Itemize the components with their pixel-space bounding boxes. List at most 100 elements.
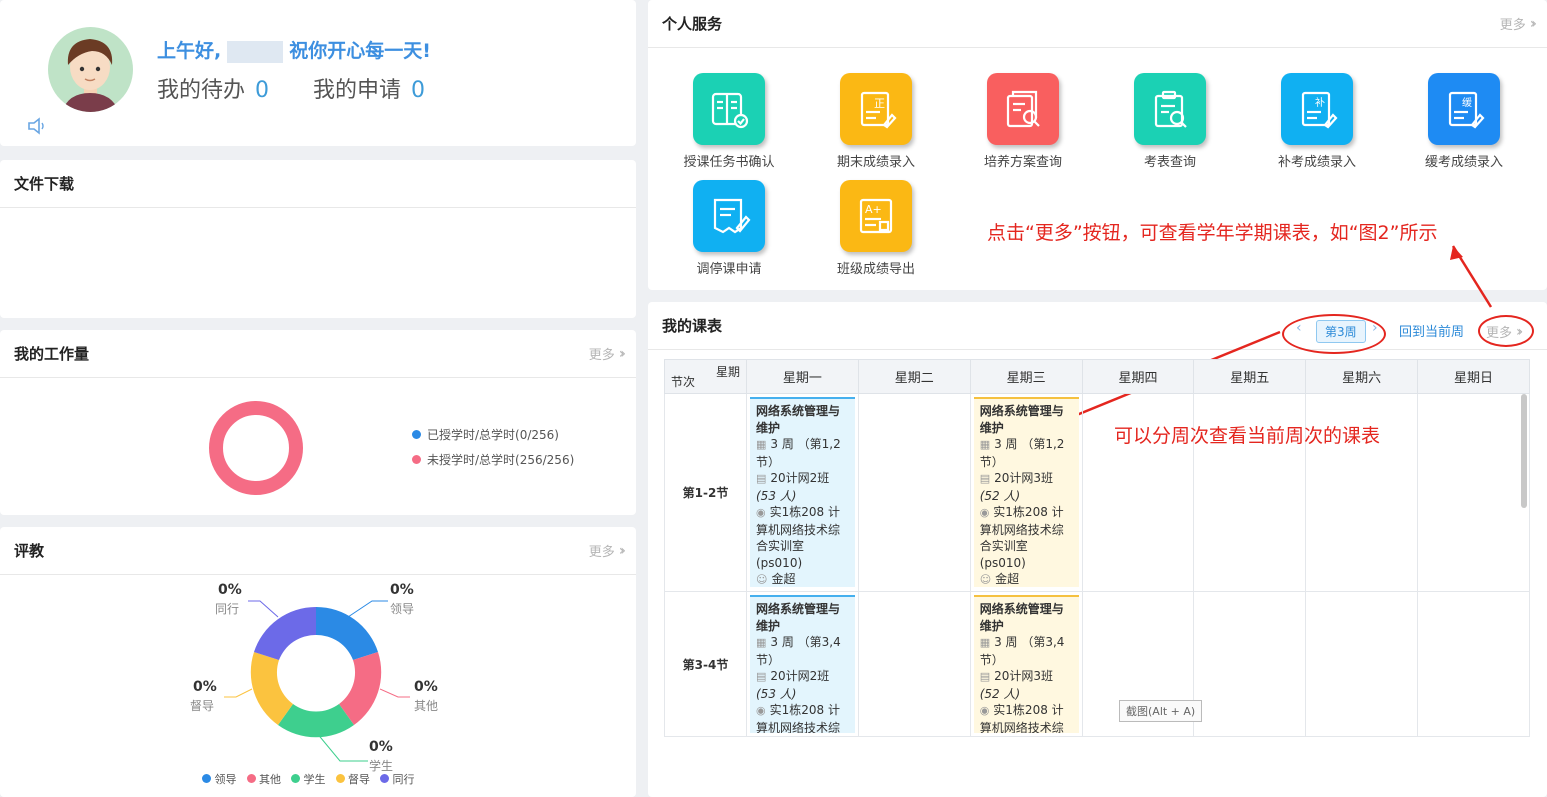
legend-dot xyxy=(380,774,389,783)
services-more-link[interactable]: 更多 ›› xyxy=(1499,14,1537,34)
period-label: 第3-4节 xyxy=(664,591,747,737)
calendar-icon: ▦ xyxy=(979,438,991,451)
workload-more-link[interactable]: 更多 ›› xyxy=(588,344,626,364)
period-label: 第1-2节 xyxy=(664,393,747,592)
calendar-icon: ▦ xyxy=(756,636,767,649)
legend-label: 领导 xyxy=(214,773,237,786)
file-download-card: 文件下载 xyxy=(0,160,636,318)
apply-stat[interactable]: 我的申请 0 xyxy=(313,72,425,104)
schedule-title: 我的课表 xyxy=(662,317,723,335)
course-weeks-text: 3 周 （第1,2节） xyxy=(979,437,1065,469)
course-weeks: ▦ 3 周 （第3,4节） xyxy=(756,634,849,668)
course-room-text: 实1栋208 计算机网络技术综合实训室 xyxy=(756,703,841,733)
service-teaching-task[interactable]: 授课任务书确认 xyxy=(669,73,789,170)
course-class-text: 20计网3班 xyxy=(994,669,1053,683)
service-label: 期末成绩录入 xyxy=(836,155,915,170)
workload-more-label: 更多 xyxy=(588,348,615,363)
more-annotation: 点击“更多”按钮，可查看学年学期课表，如“图2”所示 xyxy=(987,222,1438,244)
double-chevron-icon: ›› xyxy=(618,345,626,362)
course-count: (52 人) xyxy=(979,488,1021,503)
location-pin-icon: ◉ xyxy=(756,704,766,717)
workload-card: 我的工作量 更多 ›› 已授学时/总学时(0/256) 未授学时/总学时(256/… xyxy=(0,330,636,515)
deferred-exam-icon: 缓 xyxy=(1428,73,1500,145)
course-card[interactable]: 网络系统管理与维护 ▦ 3 周 （第1,2节） ▤ 20计网3班 (52 人) ◉ 实… xyxy=(973,397,1079,587)
service-class-adjust[interactable]: 调停课申请 xyxy=(669,180,789,277)
course-card[interactable]: 网络系统管理与维护 ▦ 3 周 （第3,4节） ▤ 20计网2班 (53 人) ◉ 实… xyxy=(750,595,855,733)
course-card[interactable]: 网络系统管理与维护 ▦ 3 周 （第1,2节） ▤ 20计网2班 (53 人) ◉ 实… xyxy=(750,397,855,587)
day-header: 星期二 xyxy=(857,359,971,394)
schedule-cell: 网络系统管理与维护 ▦ 3 周 （第3,4节） ▤ 20计网2班 (53 人) ◉ 实… xyxy=(746,591,859,737)
prev-week-icon[interactable]: ‹ xyxy=(1296,320,1302,336)
file-download-title: 文件下载 xyxy=(14,175,75,193)
name-peer: 同行 xyxy=(215,602,240,616)
pct-peer: 0% xyxy=(218,582,242,598)
course-weeks: ▦ 3 周 （第1,2节） xyxy=(980,436,1073,470)
course-count: (53 人) xyxy=(756,686,797,701)
schedule-cell xyxy=(1193,591,1307,737)
next-week-icon[interactable]: › xyxy=(1372,320,1378,336)
evaluation-pie xyxy=(224,600,410,762)
name-supervisor: 督导 xyxy=(190,699,215,713)
pct-other: 0% xyxy=(414,679,438,695)
legend-item: 督导 xyxy=(335,771,370,787)
grade-export-glyph: A+ xyxy=(865,203,882,216)
day-header: 星期四 xyxy=(1081,359,1195,394)
legend-dot xyxy=(202,774,211,783)
slice-leader xyxy=(316,606,378,660)
stats-row: 我的待办 0 我的申请 0 xyxy=(157,72,425,104)
service-training-plan[interactable]: 培养方案查询 xyxy=(963,73,1083,170)
workload-donut xyxy=(209,401,303,495)
course-teacher-text: 金超 xyxy=(771,572,796,586)
double-chevron-icon: ›› xyxy=(1516,323,1523,340)
course-card[interactable]: 网络系统管理与维护 ▦ 3 周 （第3,4节） ▤ 20计网3班 (52 人) ◉ 实… xyxy=(973,595,1079,733)
name-leader: 领导 xyxy=(390,602,415,616)
todo-label: 我的待办 xyxy=(157,78,246,103)
schedule-table: 星期 节次 星期一 星期二 星期三 星期四 星期五 星期六 星期日 第1-2节 … xyxy=(664,359,1530,737)
service-label: 调停课申请 xyxy=(696,262,762,277)
back-to-current-week-link[interactable]: 回到当前周 xyxy=(1399,321,1464,340)
week-selector[interactable]: 第3周 xyxy=(1316,320,1366,343)
services-more-label: 更多 xyxy=(1499,18,1526,33)
course-room-text: 实1栋208 计算机网络技术综合实训室(ps010) xyxy=(979,505,1064,570)
pct-leader: 0% xyxy=(390,582,414,598)
workload-title: 我的工作量 xyxy=(14,345,90,363)
username-redacted xyxy=(227,40,284,63)
legend-label: 督导 xyxy=(348,773,370,786)
service-exam-table[interactable]: 考表查询 xyxy=(1110,73,1230,170)
schedule-cell xyxy=(1417,591,1530,737)
course-class: ▤ 20计网2班 xyxy=(756,668,849,686)
schedule-cell: 网络系统管理与维护 ▦ 3 周 （第1,2节） ▤ 20计网3班 (52 人) ◉ 实… xyxy=(969,393,1083,592)
schedule-cell: 网络系统管理与维护 ▦ 3 周 （第1,2节） ▤ 20计网2班 (53 人) ◉ 实… xyxy=(746,393,859,592)
service-deferred-grades[interactable]: 缓 缓考成绩录入 xyxy=(1404,73,1524,170)
apply-count: 0 xyxy=(411,78,426,103)
evaluation-legend: 领导 其他 学生 督导 同行 xyxy=(202,771,415,787)
course-room-text: 实1栋208 计算机网络技术综合实训室 xyxy=(979,703,1064,733)
makeup-exam-glyph: 补 xyxy=(1315,96,1325,109)
form-edit-icon xyxy=(693,180,765,252)
legend-item: 同行 xyxy=(380,771,415,787)
service-label: 补考成绩录入 xyxy=(1277,155,1356,170)
schedule-more-link[interactable]: 更多 ›› xyxy=(1486,322,1523,342)
course-name: 网络系统管理与维护 xyxy=(756,602,841,633)
table-scrollbar[interactable] xyxy=(1521,394,1527,508)
speaker-icon[interactable] xyxy=(26,116,50,140)
service-label: 班级成绩导出 xyxy=(836,262,915,277)
course-class-text: 20计网2班 xyxy=(770,471,830,485)
course-count: (52 人) xyxy=(979,686,1021,701)
course-class-text: 20计网2班 xyxy=(770,669,830,683)
teacher-icon: ☺ xyxy=(979,573,992,586)
clipboard-search-icon xyxy=(1134,73,1206,145)
legend-label: 已授学时/总学时(0/256) xyxy=(427,428,559,442)
legend-dot xyxy=(246,774,256,783)
personal-services-card: 个人服务 更多 ›› 授课任务书确认 正 期末成绩录入 培养方案查询 考表查询 补… xyxy=(648,0,1547,290)
schedule-cell xyxy=(1417,393,1530,592)
grade-export-icon: A+ xyxy=(840,180,912,252)
service-class-grade-export[interactable]: A+ 班级成绩导出 xyxy=(816,180,936,277)
pct-supervisor: 0% xyxy=(193,679,217,695)
service-final-grades[interactable]: 正 期末成绩录入 xyxy=(816,73,936,170)
course-teacher-text: 金超 xyxy=(995,572,1020,586)
greeting-prefix: 上午好, xyxy=(157,40,222,62)
service-makeup-grades[interactable]: 补 补考成绩录入 xyxy=(1257,73,1377,170)
todo-stat[interactable]: 我的待办 0 xyxy=(157,72,269,104)
legend-dot xyxy=(412,455,421,464)
